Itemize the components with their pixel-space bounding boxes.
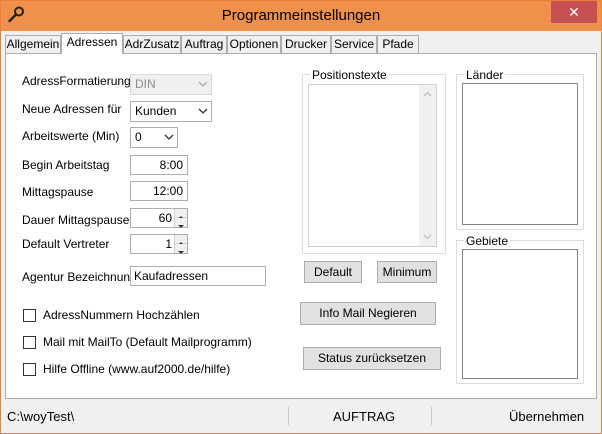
- adressnummern-label: AdressNummern Hochzählen: [43, 308, 200, 322]
- settings-window: Programmeinstellungen ✕ Allgemein Adress…: [0, 0, 602, 434]
- default-vertreter-label: Default Vertreter: [22, 237, 110, 251]
- adressnummern-checkbox[interactable]: [23, 309, 36, 322]
- dauer-mittagspause-label: Dauer Mittagspause: [22, 213, 130, 227]
- agentur-bezeichnung-input[interactable]: Kaufadressen: [130, 266, 266, 286]
- gebiete-list[interactable]: [462, 249, 578, 379]
- neue-adressen-select[interactable]: Kunden: [130, 101, 212, 122]
- title-bar[interactable]: Programmeinstellungen ✕: [1, 1, 601, 31]
- apply-button[interactable]: Übernehmen: [509, 409, 584, 424]
- status-reset-button[interactable]: Status zurücksetzen: [303, 347, 441, 370]
- arbeitswerte-value: 0: [135, 130, 142, 144]
- arbeitswerte-label: Arbeitswerte (Min): [22, 129, 120, 143]
- mailto-checkbox[interactable]: [23, 336, 36, 349]
- laender-title: Länder: [464, 68, 506, 82]
- tab-drucker[interactable]: Drucker: [281, 35, 331, 53]
- info-mail-button[interactable]: Info Mail Negieren: [300, 302, 436, 325]
- neue-adressen-label: Neue Adressen für: [22, 102, 122, 116]
- begin-arbeitstag-input[interactable]: 8:00: [130, 155, 188, 175]
- tab-optionen[interactable]: Optionen: [227, 35, 281, 53]
- stepper-up-button[interactable]: [175, 235, 187, 245]
- default-vertreter-value: 1: [165, 237, 172, 251]
- tab-adressen[interactable]: Adressen: [61, 33, 123, 54]
- stepper-down-button[interactable]: [175, 218, 187, 228]
- chevron-down-icon: [164, 134, 174, 140]
- mailto-label: Mail mit MailTo (Default Mailprogramm): [43, 335, 252, 349]
- status-bar: C:\woyTest\ AUFTRAG Übernehmen: [1, 401, 601, 433]
- dauer-mittagspause-stepper[interactable]: 60: [130, 208, 188, 228]
- adressformatierung-select[interactable]: DIN: [130, 74, 212, 95]
- hilfe-offline-label: Hilfe Offline (www.auf2000.de/hilfe): [43, 362, 231, 376]
- neue-adressen-value: Kunden: [135, 104, 177, 118]
- scroll-down-icon[interactable]: [423, 234, 432, 240]
- caret-down-icon: [178, 251, 184, 254]
- status-mode: AUFTRAG: [333, 409, 396, 424]
- default-vertreter-stepper[interactable]: 1: [130, 234, 188, 254]
- positionstexte-textarea[interactable]: [308, 84, 437, 247]
- minimum-button[interactable]: Minimum: [377, 261, 437, 283]
- tab-service[interactable]: Service: [331, 35, 377, 53]
- scroll-up-icon[interactable]: [423, 91, 432, 97]
- dauer-mittagspause-value: 60: [158, 211, 172, 225]
- mittagspause-label: Mittagspause: [22, 185, 94, 199]
- tab-panel-adressen: AdressFormatierung DIN Neue Adressen für…: [5, 53, 597, 399]
- gebiete-title: Gebiete: [464, 234, 511, 248]
- laender-list[interactable]: [462, 83, 578, 225]
- tab-allgemein[interactable]: Allgemein: [5, 35, 61, 53]
- adressformatierung-label: AdressFormatierung: [22, 74, 131, 88]
- stepper-buttons: [174, 209, 187, 228]
- stepper-buttons: [174, 235, 187, 254]
- window-title: Programmeinstellungen: [221, 7, 381, 24]
- begin-arbeitstag-label: Begin Arbeitstag: [22, 158, 110, 172]
- tab-auftrag[interactable]: Auftrag: [181, 35, 227, 53]
- agentur-bezeichnung-label: Agentur Bezeichnung: [22, 270, 137, 284]
- vertical-scrollbar[interactable]: [419, 85, 436, 246]
- stepper-down-button[interactable]: [175, 244, 187, 254]
- positionstexte-title: Positionstexte: [310, 68, 389, 82]
- chevron-down-icon: [198, 81, 208, 87]
- arbeitswerte-select[interactable]: 0: [130, 127, 178, 148]
- tab-adrzusatz[interactable]: AdrZusatz: [123, 35, 181, 53]
- status-separator: [288, 407, 289, 425]
- mittagspause-input[interactable]: 12:00: [130, 181, 188, 201]
- close-button[interactable]: ✕: [551, 1, 597, 23]
- tab-pfade[interactable]: Pfade: [377, 35, 419, 53]
- stepper-up-button[interactable]: [175, 209, 187, 219]
- status-separator: [431, 407, 432, 425]
- hilfe-offline-checkbox[interactable]: [23, 363, 36, 376]
- chevron-down-icon: [198, 108, 208, 114]
- adressformatierung-value: DIN: [135, 77, 156, 91]
- status-path: C:\woyTest\: [7, 409, 75, 424]
- caret-down-icon: [178, 225, 184, 228]
- default-button[interactable]: Default: [304, 261, 362, 283]
